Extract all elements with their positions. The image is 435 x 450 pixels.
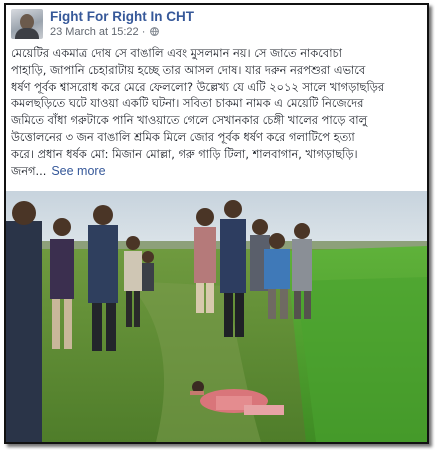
post-body-line: মেয়েটির একমাত্র দোষ সে বাঙালি এবং মুসলম… <box>11 46 342 60</box>
post-body-line: জমিতে বাঁধা গরুটাকে পানি খাওয়াতে গেলে স… <box>11 113 368 128</box>
post-header: Fight For Right In CHT 23 March at 15:22… <box>6 5 427 45</box>
facebook-post-card: Fight For Right In CHT 23 March at 15:22… <box>4 3 429 444</box>
post-body-line: উত্তোলনের ৩ জন বাঙালি শ্রমিক মিলে জোর পূ… <box>11 129 355 144</box>
post-photo[interactable] <box>6 191 427 442</box>
avatar-body <box>15 28 39 39</box>
post-body-line: কমলছড়িতে ঘটে যাওয়া একটি ঘটনা। সবিতা চা… <box>11 96 364 111</box>
post-body-line: করে। প্রধান ধর্ষক মো: মিজান মোল্লা, গরু … <box>11 146 358 161</box>
truncated-text: জনগ... <box>11 163 47 178</box>
post-body-last-line: জনগ... See more <box>11 163 423 180</box>
post-timestamp[interactable]: 23 March at 15:22 <box>50 26 139 38</box>
meta-separator: · <box>138 26 149 38</box>
globe-icon <box>150 27 160 36</box>
post-body-line: ধর্ষণ পূর্বক শ্বাসরোধ করে মেরে ফেললো? উল… <box>11 79 385 94</box>
page-name-link[interactable]: Fight For Right In CHT <box>50 9 194 24</box>
post-body-line: পাহাড়ি, জাপানি চেহারাটায় হচ্ছে তার আসল… <box>11 62 366 77</box>
page-avatar[interactable] <box>11 9 43 39</box>
post-meta: 23 March at 15:22 · <box>50 26 160 38</box>
see-more-link[interactable]: See more <box>51 164 105 178</box>
post-body: মেয়েটির একমাত্র দোষ সে বাঙালি এবং মুসলম… <box>11 45 423 179</box>
field-scene-image <box>6 191 427 442</box>
